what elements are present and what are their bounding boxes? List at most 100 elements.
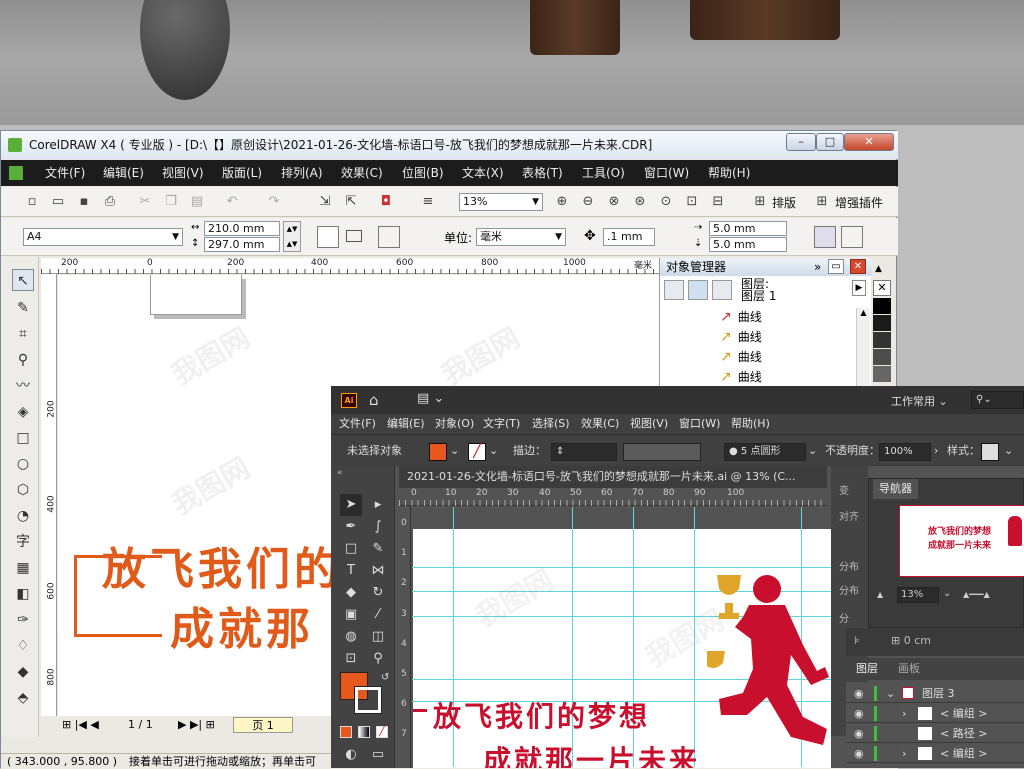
- layout-button[interactable]: 排版: [772, 194, 796, 211]
- color-swatch[interactable]: [873, 349, 891, 365]
- variable-width-profile[interactable]: [623, 443, 701, 461]
- artboards-tab[interactable]: 画板: [898, 658, 920, 680]
- copy-icon[interactable]: ❐: [162, 193, 180, 211]
- spinner[interactable]: ▲▼ ▲▼: [283, 221, 301, 252]
- stroke-dropdown-icon[interactable]: ⌄: [489, 435, 498, 467]
- units-select[interactable]: 毫米 ▼: [476, 228, 566, 246]
- table-tool-icon[interactable]: ▦: [12, 557, 34, 579]
- welcome-icon[interactable]: ≡: [419, 193, 437, 211]
- panel-minimize-button[interactable]: ▭: [828, 259, 844, 274]
- list-item[interactable]: ↗ 曲线: [720, 368, 762, 388]
- undo-icon[interactable]: ↶: [223, 193, 241, 211]
- app-launcher-icon[interactable]: ◘: [377, 193, 395, 211]
- layer-row[interactable]: ◉ › < 编组 >: [846, 744, 1024, 763]
- eraser-tool-icon[interactable]: ◆: [340, 582, 362, 604]
- collapse-icon[interactable]: «: [337, 468, 343, 478]
- zoom-in-icon[interactable]: ⊕: [553, 193, 571, 211]
- selection-tool-icon[interactable]: ➤: [340, 494, 362, 516]
- export-icon[interactable]: ⇱: [342, 193, 360, 211]
- menu-window[interactable]: 窗口(W): [679, 414, 720, 434]
- stroke-weight-input[interactable]: ⇕: [551, 443, 617, 461]
- save-icon[interactable]: ▪: [75, 193, 93, 211]
- menu-view[interactable]: 视图(V): [162, 160, 204, 186]
- artboard-tool-icon[interactable]: ⊡: [340, 648, 362, 670]
- fill-dropdown-icon[interactable]: ⌄: [450, 435, 459, 467]
- zoom-dropdown-icon[interactable]: ⌄: [943, 588, 951, 599]
- distribute-spacing-tab[interactable]: 分: [839, 610, 849, 625]
- menu-type[interactable]: 文字(T): [483, 414, 520, 434]
- cut-icon[interactable]: ✂: [136, 193, 154, 211]
- list-item[interactable]: ↗ 曲线: [720, 348, 762, 368]
- paintbrush-tool-icon[interactable]: ✎: [367, 538, 389, 560]
- plugin-icon[interactable]: ⊞: [813, 193, 831, 211]
- color-swatch[interactable]: [873, 366, 891, 382]
- zoom-height-icon[interactable]: ⊟: [709, 193, 727, 211]
- expand-arrow-icon[interactable]: ⌄: [886, 684, 895, 703]
- zoom-selected-icon[interactable]: ⊗: [605, 193, 623, 211]
- treat-as-filled-button[interactable]: [814, 226, 836, 248]
- no-color-swatch[interactable]: ✕: [873, 280, 891, 296]
- visibility-eye-icon[interactable]: ◉: [854, 704, 864, 723]
- zoom-all-icon[interactable]: ⊛: [631, 193, 649, 211]
- zoom-tool-icon[interactable]: ⚲: [12, 349, 34, 371]
- screen-mode-icon[interactable]: ▭: [367, 744, 389, 766]
- zoom-out-icon[interactable]: ⊖: [579, 193, 597, 211]
- rectangle-tool-icon[interactable]: □: [12, 427, 34, 449]
- visibility-eye-icon[interactable]: ◉: [854, 724, 864, 743]
- layer-row[interactable]: ◉ › < 编组 >: [846, 704, 1024, 723]
- visibility-eye-icon[interactable]: ◉: [854, 684, 864, 703]
- menu-view[interactable]: 视图(V): [630, 414, 668, 434]
- zoom-out-small-icon[interactable]: ▲: [877, 590, 883, 599]
- paper-size-select[interactable]: A4 ▼: [23, 228, 183, 246]
- new-icon[interactable]: ▫: [23, 193, 41, 211]
- plugin-button[interactable]: 增强插件: [835, 194, 883, 211]
- menu-text[interactable]: 文本(X): [462, 160, 504, 186]
- expand-icon[interactable]: »: [814, 258, 821, 276]
- direct-selection-tool-icon[interactable]: ▸: [367, 494, 389, 516]
- edit-across-layers-icon[interactable]: [688, 280, 708, 300]
- expand-arrow-icon[interactable]: ›: [902, 704, 906, 723]
- distribute-panel-tab[interactable]: 分布: [839, 582, 859, 597]
- menu-bitmaps[interactable]: 位图(B): [402, 160, 444, 186]
- menu-effects[interactable]: 效果(C): [341, 160, 383, 186]
- layer-manager-icon[interactable]: [712, 280, 732, 300]
- visibility-eye-icon[interactable]: ◉: [854, 744, 864, 763]
- smart-fill-icon[interactable]: ◈: [12, 401, 34, 423]
- nudge-input[interactable]: .1 mm: [603, 228, 655, 246]
- show-properties-icon[interactable]: [664, 280, 684, 300]
- snap-button[interactable]: [841, 226, 863, 248]
- fill-swatch[interactable]: [429, 443, 447, 461]
- menu-effect[interactable]: 效果(C): [581, 414, 619, 434]
- ellipse-tool-icon[interactable]: ○: [12, 453, 34, 475]
- gradient-tool-icon[interactable]: ▣: [340, 604, 362, 626]
- outline-tool-icon[interactable]: ♢: [12, 635, 34, 657]
- home-icon[interactable]: ⌂: [369, 391, 379, 409]
- distribute-panel-tab[interactable]: 分布: [839, 558, 859, 573]
- symbol-sprayer-icon[interactable]: ◫: [367, 626, 389, 648]
- none-mode-button[interactable]: ╱: [376, 726, 388, 738]
- stroke-swatch[interactable]: ╱: [468, 443, 486, 461]
- brush-select[interactable]: ● 5 点圆形: [724, 443, 806, 461]
- redo-icon[interactable]: ↷: [265, 193, 283, 211]
- crop-tool-icon[interactable]: ⌗: [12, 323, 34, 345]
- menu-tools[interactable]: 工具(O): [582, 160, 625, 186]
- fill-tool-icon[interactable]: ◆: [12, 661, 34, 683]
- basic-shapes-icon[interactable]: ◔: [12, 505, 34, 527]
- shape-tool-icon[interactable]: ✎: [12, 297, 34, 319]
- menu-window[interactable]: 窗口(W): [644, 160, 689, 186]
- menu-layout[interactable]: 版面(L): [222, 160, 262, 186]
- color-swatch[interactable]: [873, 332, 891, 348]
- document-tab[interactable]: 2021-01-26-文化墙-标语口号-放飞我们的梦想成就那一片未来.ai @ …: [399, 466, 827, 488]
- menu-edit[interactable]: 编辑(E): [387, 414, 425, 434]
- menu-edit[interactable]: 编辑(E): [103, 160, 144, 186]
- arrange-docs-icon[interactable]: ▤ ⌄: [417, 391, 444, 406]
- type-tool-icon[interactable]: T: [340, 560, 362, 582]
- menu-arrange[interactable]: 排列(A): [281, 160, 323, 186]
- menu-help[interactable]: 帮助(H): [708, 160, 750, 186]
- rotate-tool-icon[interactable]: ↻: [367, 582, 389, 604]
- navigator-thumbnail[interactable]: 放飞我们的梦想 成就那一片未来: [899, 505, 1024, 577]
- import-icon[interactable]: ⇲: [316, 193, 334, 211]
- open-icon[interactable]: ▭: [49, 193, 67, 211]
- interactive-fill-icon[interactable]: ⬘: [12, 687, 34, 709]
- gradient-mode-button[interactable]: [358, 726, 370, 738]
